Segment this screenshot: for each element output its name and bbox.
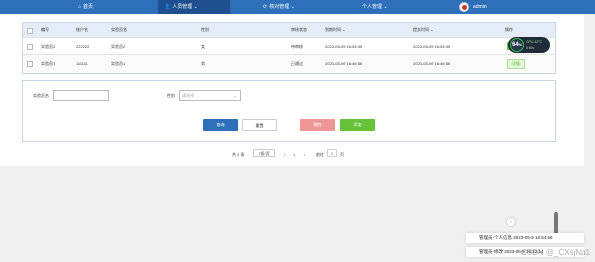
row-checkbox[interactable] — [27, 44, 33, 50]
cell-id: 实验员1 — [41, 61, 56, 66]
refresh-icon: ⟳ — [263, 4, 268, 10]
table-row: 实验员2 222222 实验员2 女 待审核 2023-05-09 16:54:… — [23, 37, 555, 55]
gender-select[interactable]: 请选择 ⌄ — [179, 90, 241, 101]
memory-value: 64 — [512, 42, 519, 48]
table-row: 实验员1 111111 实验员1 男 已通过 2023-05-09 16:46:… — [23, 54, 555, 72]
nav-home[interactable]: ⌂ 首页 — [78, 0, 93, 14]
system-monitor-widget[interactable]: 64% CPU 42°C 0 K/s — [508, 37, 550, 53]
pagination-total: 共 2 条 — [232, 152, 245, 157]
goto-suffix: 页 — [340, 152, 344, 157]
search-form: 实验员名 性别 请选择 ⌄ 查询 重置 删除 添加 — [22, 80, 556, 142]
cell-account: 222222 — [76, 44, 90, 49]
cell-gender: 女 — [201, 44, 205, 49]
col-account: 账户名 — [76, 27, 88, 32]
nav-home-label: 首页 — [83, 4, 94, 10]
delete-button[interactable]: 删除 — [300, 119, 335, 131]
reset-button[interactable]: 重置 — [242, 119, 277, 131]
nav-personal[interactable]: 个人管理 ⌄ — [362, 0, 388, 14]
gender-label: 性别 — [167, 93, 175, 98]
watermark: CSDN @_CXsjNo1 — [521, 248, 591, 257]
col-expire[interactable]: 到期时间 ⌄ — [325, 23, 345, 37]
cell-name: 实验员2 — [111, 44, 126, 49]
net-speed: 0 K/s — [526, 46, 534, 50]
col-action: 操作 — [505, 27, 513, 32]
page-number[interactable]: 1 — [293, 152, 295, 157]
name-label: 实验员名 — [33, 93, 49, 98]
user-icon: 👤 — [164, 4, 171, 10]
nav-verify[interactable]: ⟳ 核对管理 ⌄ — [263, 0, 295, 14]
prev-page-button[interactable]: ‹ — [284, 152, 285, 157]
collapse-toggle[interactable]: ‹ — [507, 218, 515, 226]
memory-unit: % — [518, 43, 522, 47]
data-table: 编号 账户名 实验员名 性别 审核状态 到期时间 ⌄ 提交时间 ⌄ 操作 实验员… — [22, 22, 556, 74]
gender-placeholder: 请选择 — [182, 93, 194, 98]
cell-expire: 2023-05-09 16:54:39 — [325, 44, 363, 49]
top-nav: ⌂ 首页 👤 人员管理 ⌄ ⟳ 核对管理 ⌄ 个人管理 ⌄ admin — [0, 0, 595, 14]
select-all-checkbox[interactable] — [27, 28, 33, 34]
cpu-temp: CPU 42°C — [526, 40, 543, 44]
cell-account: 111111 — [76, 61, 88, 66]
page-size-select[interactable]: 7条/页 — [253, 149, 275, 157]
col-id: 编号 — [41, 27, 49, 32]
table-header: 编号 账户名 实验员名 性别 审核状态 到期时间 ⌄ 提交时间 ⌄ 操作 — [23, 23, 555, 37]
next-page-button[interactable]: › — [304, 152, 305, 157]
goto-label: 前往 — [316, 152, 324, 157]
memory-gauge: 64% — [510, 38, 524, 52]
name-input[interactable] — [53, 90, 109, 101]
cell-gender: 男 — [201, 61, 205, 66]
cell-name: 实验员1 — [111, 61, 126, 66]
col-gender: 性别 — [201, 27, 209, 32]
avatar-face-icon — [462, 5, 467, 10]
row-checkbox[interactable] — [27, 61, 33, 67]
cell-id: 实验员2 — [41, 44, 56, 49]
nav-personal-label: 个人管理 ⌄ — [362, 4, 388, 10]
nav-verify-label: 核对管理 ⌄ — [269, 4, 295, 10]
nav-personnel-label: 人员管理 ⌄ — [172, 4, 198, 10]
add-button[interactable]: 添加 — [340, 119, 375, 131]
cell-expire: 2023-05-09 16:46:56 — [325, 61, 363, 66]
nav-personnel[interactable]: 👤 人员管理 ⌄ — [158, 0, 230, 14]
col-status: 审核状态 — [291, 27, 307, 32]
chevron-down-icon: ⌄ — [233, 93, 237, 98]
avatar[interactable] — [459, 2, 469, 12]
detail-button[interactable]: 详情 — [507, 59, 525, 69]
cell-status: 已通过 — [291, 61, 303, 66]
cell-submit: 2023-05-09 16:54:39 — [413, 44, 451, 49]
col-name: 实验员名 — [111, 27, 127, 32]
query-button[interactable]: 查询 — [203, 119, 238, 131]
cell-submit: 2023-05-09 16:46:56 — [413, 61, 451, 66]
home-icon: ⌂ — [78, 4, 82, 10]
notification-item[interactable]: 管理员-个人信息 2023-05-9 16:54:56 — [466, 233, 584, 243]
user-name[interactable]: admin — [473, 0, 487, 14]
cell-status: 待审核 — [291, 44, 303, 49]
goto-input[interactable]: 1 — [327, 149, 337, 157]
col-submit[interactable]: 提交时间 ⌄ — [413, 23, 433, 37]
scrollbar[interactable] — [554, 212, 558, 234]
